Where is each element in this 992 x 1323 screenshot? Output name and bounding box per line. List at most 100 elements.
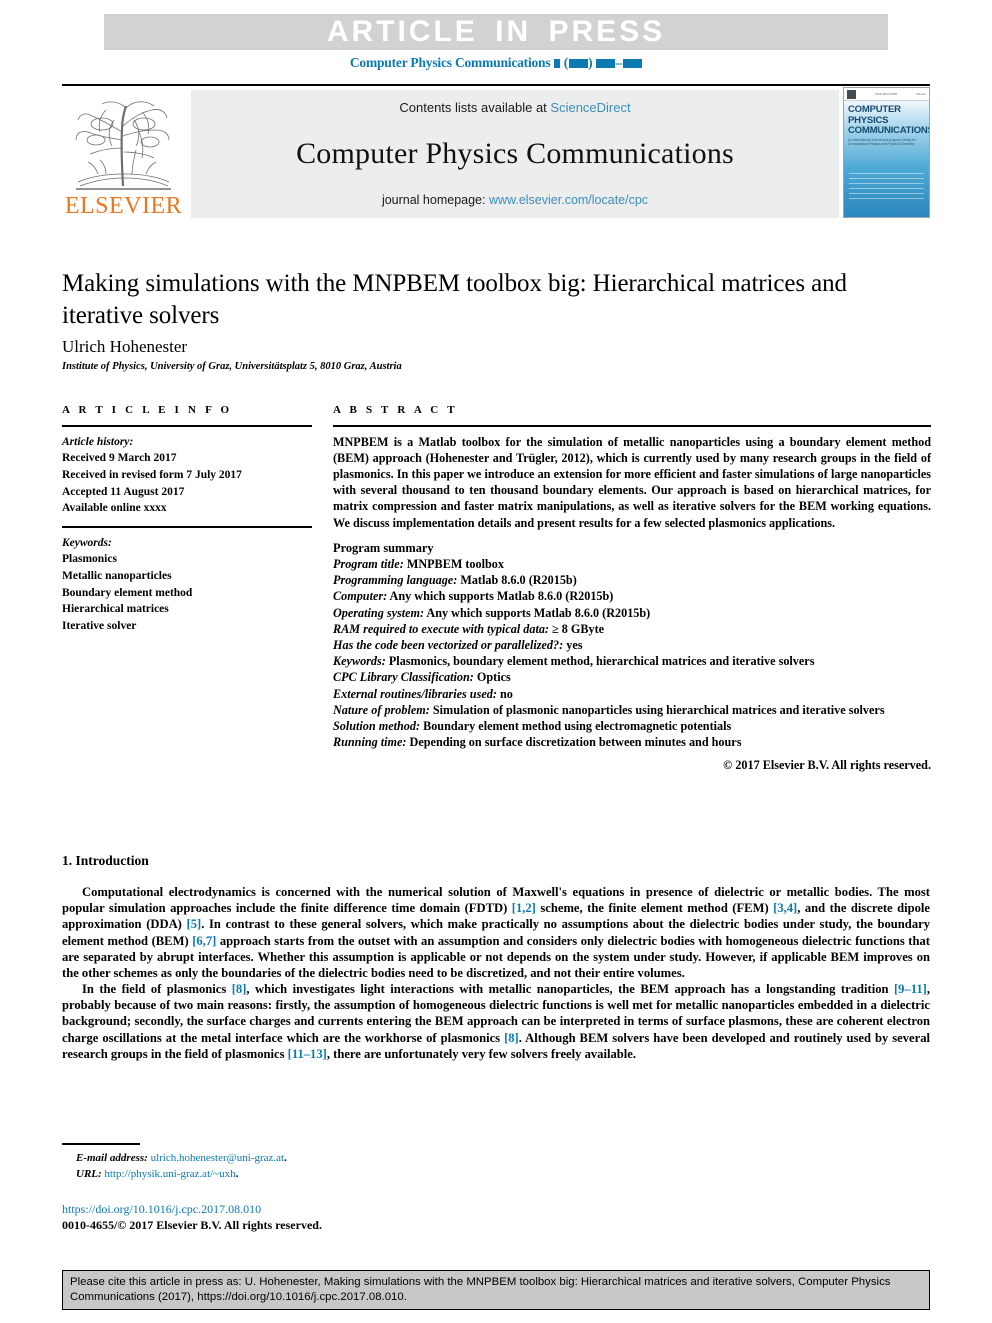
program-summary-item-label: Computer: — [333, 589, 388, 604]
journal-homepage-link[interactable]: www.elsevier.com/locate/cpc — [489, 193, 648, 207]
abstract-body: MNPBEM is a Matlab toolbox for the simul… — [333, 434, 931, 530]
article-info-heading: A R T I C L E I N F O — [62, 404, 233, 416]
citation-link[interactable]: [8] — [504, 1031, 519, 1045]
sciencedirect-link[interactable]: ScienceDirect — [550, 100, 630, 115]
keyword-item: Boundary element method — [62, 586, 193, 599]
program-summary-item: Has the code been vectorized or parallel… — [333, 637, 931, 653]
body-text-run: , which investigates light interactions … — [246, 982, 894, 997]
cover-subtitle: An International Journal and program Lib… — [848, 137, 916, 146]
program-summary-item-label: Nature of problem: — [333, 702, 430, 717]
footnote-rule — [62, 1143, 140, 1145]
elsevier-logo: ELSEVIER — [62, 90, 185, 218]
intro-paragraph-2: In the field of plasmonics [8], which in… — [62, 981, 930, 1062]
program-summary-item-value: no — [496, 686, 513, 701]
program-summary-item: Operating system: Any which supports Mat… — [333, 605, 931, 621]
program-summary-item-label: Operating system: — [333, 605, 425, 620]
running-head-journal: Computer Physics Communications — [349, 55, 551, 70]
keyword-item: Hierarchical matrices — [62, 603, 169, 616]
article-history-item: Accepted 11 August 2017 — [62, 485, 185, 498]
article-info-column: A R T I C L E I N F O Article history: R… — [62, 404, 312, 635]
page-title: Making simulations with the MNPBEM toolb… — [62, 270, 847, 329]
contents-available-line: Contents lists available at ScienceDirec… — [399, 100, 630, 115]
article-history-label: Article history: — [62, 435, 134, 448]
abstract-column: A B S T R A C T MNPBEM is a Matlab toolb… — [333, 404, 931, 773]
citation-link[interactable]: [11–13] — [288, 1047, 327, 1061]
program-summary-item-label: Solution method: — [333, 719, 421, 734]
elsevier-wordmark: ELSEVIER — [64, 193, 183, 219]
citation-link[interactable]: [6,7] — [192, 934, 216, 948]
program-summary-item-value: Depending on surface discretization betw… — [406, 735, 742, 750]
cover-elsevier-icon — [847, 89, 856, 99]
elsevier-tree-icon — [75, 101, 171, 190]
citation-link[interactable]: [3,4] — [773, 901, 797, 915]
author-name: Ulrich Hohenester — [62, 337, 188, 356]
masthead-center-band: Contents lists available at ScienceDirec… — [191, 90, 839, 218]
title-block: Making simulations with the MNPBEM toolb… — [62, 268, 892, 372]
program-summary-item: Solution method: Boundary element method… — [333, 718, 931, 734]
article-in-press-label: ARTICLE IN PRESS — [326, 15, 666, 48]
journal-cover-thumbnail: ISSN 0010-4655 Volume COMPUTER PHYSICS C… — [843, 87, 930, 218]
article-history-item: Received in revised form 7 July 2017 — [62, 468, 242, 481]
program-summary-item-value: Plasmonics, boundary element method, hie… — [385, 654, 815, 669]
cite-this-article-text: Please cite this article in press as: U.… — [70, 1276, 891, 1303]
abstract-heading: A B S T R A C T — [333, 404, 458, 416]
body-text-run: scheme, the finite element method (FEM) — [535, 901, 774, 916]
email-link[interactable]: ulrich.hohenester@uni-graz.at — [148, 1152, 285, 1164]
program-summary-item: Programming language: Matlab 8.6.0 (R201… — [333, 572, 931, 588]
program-summary-item-value: Optics — [473, 670, 511, 685]
contents-prefix: Contents lists available at — [399, 100, 551, 115]
program-summary-item-value: MNPBEM toolbox — [403, 556, 504, 571]
program-summary-item-value: Boundary element method using electromag… — [420, 719, 732, 734]
citation-link[interactable]: [1,2] — [512, 901, 536, 915]
program-summary-item: RAM required to execute with typical dat… — [333, 621, 931, 637]
program-summary-item: CPC Library Classification: Optics — [333, 669, 931, 685]
body-text-run: In the field of plasmonics — [82, 982, 232, 997]
program-summary-item: Nature of problem: Simulation of plasmon… — [333, 702, 931, 718]
program-summary-item-label: CPC Library Classification: — [333, 670, 474, 685]
program-summary-item-label: Programming language: — [333, 573, 458, 588]
article-in-press-banner: ARTICLE IN PRESS — [104, 14, 888, 50]
program-summary-item: Running time: Depending on surface discr… — [333, 734, 931, 750]
program-summary-item-value: Any which supports Matlab 8.6.0 (R2015b) — [424, 605, 651, 620]
cite-this-article-box: Please cite this article in press as: U.… — [62, 1270, 930, 1311]
program-summary-heading: Program summary — [333, 540, 434, 555]
keyword-item: Metallic nanoparticles — [62, 569, 172, 582]
program-summary-item-label: Program title: — [333, 556, 404, 571]
program-summary-item-label: Running time: — [333, 735, 407, 750]
program-summary-item-label: External routines/libraries used: — [333, 686, 497, 701]
article-history-item: Available online xxxx — [62, 502, 167, 515]
footnote-url-line: URL: http://physik.uni-graz.at/~uxh. — [62, 1167, 482, 1183]
intro-paragraph-1: Computational electrodynamics is concern… — [62, 884, 930, 981]
program-summary-item-value: Matlab 8.6.0 (R2015b) — [457, 573, 577, 588]
homepage-prefix: journal homepage: — [381, 193, 489, 207]
url-link[interactable]: http://physik.uni-graz.at/~uxh — [102, 1168, 235, 1180]
keywords-label: Keywords: — [62, 536, 112, 549]
program-summary-item-value: ≥ 8 GByte — [548, 621, 605, 636]
footnote-block: E-mail address: ulrich.hohenester@uni-gr… — [62, 1143, 482, 1183]
citation-link[interactable]: [8] — [232, 982, 247, 996]
program-summary-item-label: Has the code been vectorized or parallel… — [333, 638, 564, 652]
program-summary-item: Computer: Any which supports Matlab 8.6.… — [333, 588, 931, 604]
cover-volume-label: Volume — [915, 91, 926, 96]
journal-running-head: Computer Physics Communications () – — [0, 55, 992, 71]
issn-copyright-line: 0010-4655/© 2017 Elsevier B.V. All right… — [62, 1217, 322, 1232]
article-history-item: Received 9 March 2017 — [62, 452, 177, 465]
cover-title: COMPUTER PHYSICS COMMUNICATIONS — [848, 104, 930, 137]
doi-link[interactable]: https://doi.org/10.1016/j.cpc.2017.08.01… — [62, 1202, 562, 1218]
running-head-placeholders: () – — [550, 55, 642, 70]
program-summary-item: Program title: MNPBEM toolbox — [333, 556, 931, 572]
citation-link[interactable]: [9–11] — [894, 982, 927, 996]
author-affiliation: Institute of Physics, University of Graz… — [62, 361, 402, 372]
program-summary-item: Keywords: Plasmonics, boundary element m… — [333, 653, 931, 669]
program-summary-item-value: Any which supports Matlab 8.6.0 (R2015b) — [387, 589, 614, 604]
section-heading-introduction: 1. Introduction — [62, 853, 149, 868]
abstract-rule — [333, 425, 931, 427]
body-text: Computational electrodynamics is concern… — [62, 884, 930, 1062]
article-info-rule-mid — [62, 525, 312, 528]
journal-title: Computer Physics Communications — [296, 137, 734, 170]
program-summary-item: External routines/libraries used: no — [333, 686, 931, 702]
article-info-rule-top — [62, 425, 312, 427]
journal-masthead: ELSEVIER Contents lists available at Sci… — [62, 84, 930, 220]
citation-link[interactable]: [5] — [187, 917, 202, 931]
